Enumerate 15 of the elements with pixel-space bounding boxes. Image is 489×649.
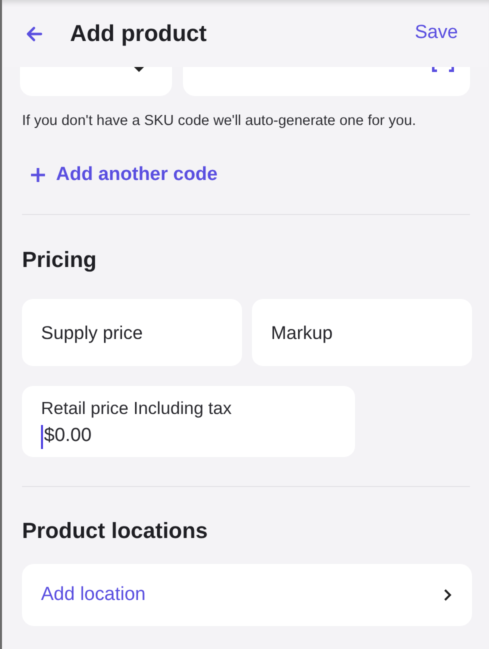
sku-field[interactable] [183,67,470,96]
retail-price-field[interactable]: Retail price Including tax $0.00 [22,386,355,458]
screen-title: Add product [70,19,207,48]
code-type-select[interactable] [20,67,172,96]
add-code-link[interactable]: Add another code [30,160,218,190]
price-input-field[interactable]: Supply price [22,299,242,366]
price-input-field[interactable]: Markup [252,299,472,366]
scan-icon [432,67,454,72]
section-heading: Product locations [22,517,209,546]
chevron-right-icon [443,588,452,602]
section-heading: Pricing [22,246,98,274]
plus-icon [30,167,46,183]
sku-help-text: If you don't have a SKU code we'll auto-generate one for you. [22,112,418,131]
save-button[interactable]: Save [414,19,458,48]
add-location-row[interactable]: Add location [22,564,472,626]
